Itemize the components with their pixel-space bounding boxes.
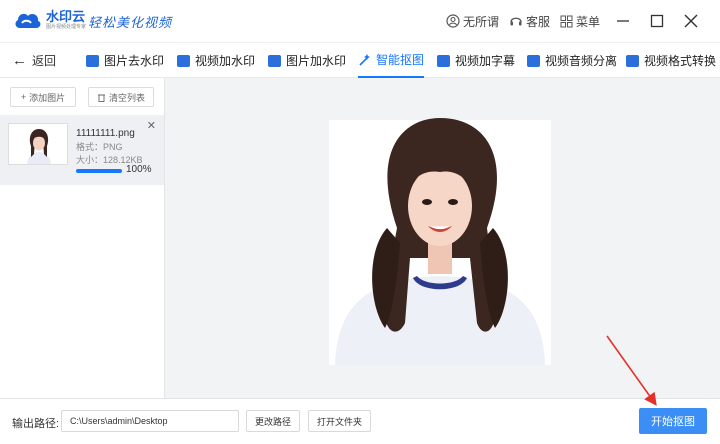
close-window-button[interactable]	[680, 10, 702, 32]
tab-video-audio-split[interactable]: 视频音频分离	[527, 43, 617, 78]
tab-label: 智能抠图	[376, 53, 425, 67]
remove-file-button[interactable]: ✕	[147, 119, 156, 132]
bottom-bar: 输出路径: 更改路径 打开文件夹	[0, 398, 720, 444]
output-path-field[interactable]	[61, 410, 239, 432]
tab-label: 视频格式转换	[644, 54, 717, 68]
close-icon	[684, 14, 698, 28]
slogan: 轻松美化视频	[88, 16, 173, 31]
grid-menu-icon	[560, 15, 573, 27]
magic-wand-icon	[359, 53, 370, 66]
convert-icon	[626, 54, 639, 67]
tab-label: 图片去水印	[104, 54, 165, 68]
tab-label: 视频加水印	[195, 54, 256, 68]
clear-list-button[interactable]: 清空列表	[88, 87, 154, 107]
progress-fill	[76, 169, 122, 173]
progress-bar	[76, 169, 122, 173]
tab-label: 图片加水印	[286, 54, 347, 68]
headset-icon	[510, 17, 522, 26]
tab-image-watermark-remove[interactable]: 图片去水印	[86, 43, 164, 78]
progress-text: 100%	[126, 164, 152, 175]
subtitle-icon	[437, 54, 450, 67]
add-image-button[interactable]: + 添加图片	[10, 87, 76, 107]
change-path-button[interactable]: 更改路径	[246, 410, 300, 432]
service-label: 客服	[525, 14, 550, 29]
clear-list-label: 清空列表	[108, 92, 145, 103]
brand-subtitle: 图片视频处理专家	[46, 23, 87, 30]
split-icon	[527, 54, 540, 67]
open-folder-button[interactable]: 打开文件夹	[308, 410, 371, 432]
back-arrow-icon: ←	[12, 51, 27, 69]
tab-video-add-subtitle[interactable]: 视频加字幕	[437, 43, 515, 78]
cloud-logo-icon	[15, 13, 41, 28]
tab-video-add-watermark[interactable]: 视频加水印	[177, 43, 255, 78]
menu-button[interactable]: 菜单	[560, 13, 600, 30]
trash-icon	[97, 94, 105, 102]
menu-label: 菜单	[575, 14, 600, 29]
theme-button[interactable]: 无所谓	[446, 13, 499, 30]
theme-label: 无所谓	[462, 14, 499, 29]
maximize-icon	[650, 14, 664, 28]
brand-name: 水印云	[46, 8, 86, 24]
maximize-button[interactable]	[646, 10, 668, 32]
tab-image-add-watermark[interactable]: 图片加水印	[268, 43, 346, 78]
output-path-label: 输出路径:	[12, 418, 60, 430]
file-list-panel: + 添加图片 清空列表 11111111.png 格式：PNG 大小：128.1…	[0, 78, 165, 398]
plus-icon: +	[20, 92, 27, 102]
minimize-button[interactable]	[612, 10, 634, 32]
file-thumbnail	[8, 123, 68, 165]
start-cutout-button[interactable]: 开始抠图	[639, 408, 707, 434]
file-format: 格式：PNG	[76, 142, 123, 152]
image-icon	[86, 54, 99, 67]
user-icon	[446, 14, 460, 28]
service-button[interactable]: 客服	[509, 13, 550, 30]
minimize-icon	[617, 20, 629, 22]
back-label: 返回	[32, 54, 57, 68]
cutout-preview-image	[329, 118, 551, 365]
tab-label: 视频音频分离	[545, 54, 618, 68]
add-image-label: 添加图片	[29, 92, 66, 103]
tab-label: 视频加字幕	[455, 54, 516, 68]
image-icon	[268, 54, 281, 67]
tool-tab-bar: ← 返回 图片去水印 视频加水印 图片加水印 智能抠图 视频加字幕 视频音频分离…	[0, 42, 720, 78]
tab-video-format-convert[interactable]: 视频格式转换	[626, 43, 716, 78]
tab-smart-cutout[interactable]: 智能抠图	[358, 43, 425, 78]
back-button[interactable]: ← 返回	[12, 52, 56, 69]
preview-area	[165, 78, 720, 398]
app-logo: 水印云 图片视频处理专家	[12, 8, 86, 32]
video-icon	[177, 54, 190, 67]
file-name: 11111111.png	[76, 128, 135, 139]
title-bar: 水印云 图片视频处理专家 轻松美化视频 无所谓 客服 菜单	[0, 0, 720, 42]
